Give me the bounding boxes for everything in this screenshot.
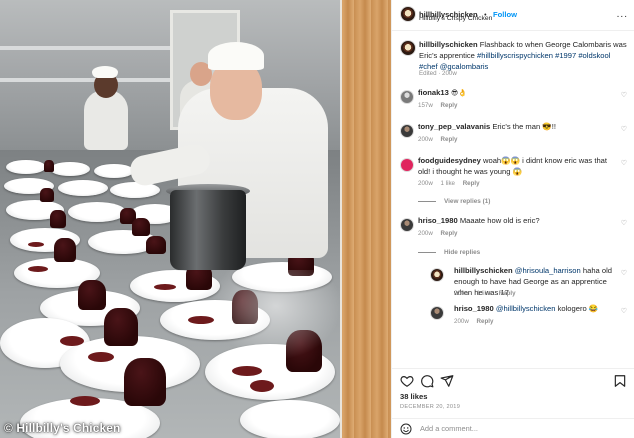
chocolate-pudding bbox=[104, 308, 138, 346]
reply-button[interactable]: Reply bbox=[463, 180, 480, 187]
commenter-avatar[interactable] bbox=[400, 218, 414, 232]
comment-time: 200w bbox=[418, 180, 433, 187]
share-icon[interactable] bbox=[440, 374, 454, 388]
comment-text: Maaate how old is eric? bbox=[459, 216, 540, 225]
dessert-plate bbox=[94, 164, 134, 178]
caption-username[interactable]: hillbillyschicken bbox=[419, 40, 478, 49]
comment-time: 157w bbox=[418, 102, 433, 109]
dessert-plate bbox=[50, 162, 90, 176]
dessert-plate bbox=[68, 202, 126, 222]
comment-heart-icon[interactable]: ♡ bbox=[621, 307, 627, 315]
add-comment-input[interactable] bbox=[420, 424, 580, 433]
berry-sauce bbox=[70, 396, 100, 406]
comment-time: 200w bbox=[418, 136, 433, 143]
chocolate-pudding bbox=[50, 210, 66, 228]
commenter-avatar[interactable] bbox=[400, 158, 414, 172]
berry-sauce bbox=[88, 352, 114, 362]
commenter-avatar[interactable] bbox=[400, 124, 414, 138]
heart-icon[interactable] bbox=[400, 374, 414, 388]
berry-sauce bbox=[28, 266, 48, 272]
chocolate-pudding bbox=[132, 218, 150, 236]
comment-mention[interactable]: @hillbillyschicken bbox=[496, 304, 556, 313]
reply-button[interactable]: Reply bbox=[441, 230, 458, 237]
post-caption: hillbillyschicken Flashback to when Geor… bbox=[419, 40, 631, 72]
comment-username[interactable]: hriso_1980 bbox=[454, 304, 494, 313]
printed-photograph bbox=[0, 0, 342, 438]
caption-avatar[interactable] bbox=[400, 40, 416, 56]
header-subtitle: Hillbilly's Crispy Chicken bbox=[419, 15, 493, 22]
photo-glare bbox=[210, 270, 340, 360]
berry-sauce bbox=[250, 380, 274, 392]
comment-username[interactable]: hillbillyschicken bbox=[454, 266, 513, 275]
berry-sauce bbox=[60, 336, 84, 346]
post-action-bar bbox=[392, 368, 634, 388]
reply-button[interactable]: Reply bbox=[477, 318, 494, 325]
comment-text: 😎👌 bbox=[450, 89, 467, 97]
post-date: DECEMBER 20, 2019 bbox=[400, 404, 461, 410]
dessert-plate bbox=[110, 182, 160, 198]
add-comment-bar bbox=[392, 418, 634, 438]
dessert-plate bbox=[6, 160, 46, 174]
caption-meta: Edited · 200w bbox=[419, 70, 457, 77]
comment-heart-icon[interactable]: ♡ bbox=[621, 159, 627, 167]
photo-watermark: © Hillbilly's Chicken bbox=[4, 421, 121, 435]
reply-button[interactable]: Reply bbox=[441, 136, 458, 143]
stock-pot bbox=[170, 190, 246, 270]
reply-button[interactable]: Reply bbox=[499, 290, 516, 297]
bookmark-icon[interactable] bbox=[613, 374, 627, 388]
post-photo[interactable]: © Hillbilly's Chicken bbox=[0, 0, 391, 438]
commenter-avatar[interactable] bbox=[430, 306, 444, 320]
comment-heart-icon[interactable]: ♡ bbox=[621, 269, 627, 277]
post-header: hillbillyschicken • Follow Hillbilly's C… bbox=[392, 0, 634, 31]
reply-button[interactable]: Reply bbox=[441, 102, 458, 109]
chocolate-pudding bbox=[124, 358, 166, 406]
commenter-avatar[interactable] bbox=[400, 90, 414, 104]
post-side-panel: hillbillyschicken • Follow Hillbilly's C… bbox=[391, 0, 634, 438]
dessert-plate bbox=[58, 180, 108, 196]
comment-heart-icon[interactable]: ♡ bbox=[621, 219, 627, 227]
chef-hat bbox=[208, 42, 264, 70]
background-chef bbox=[84, 90, 128, 150]
comment-likes[interactable]: 1 like bbox=[477, 290, 491, 297]
comment-text: kologero 😂 bbox=[557, 304, 599, 313]
comment-heart-icon[interactable]: ♡ bbox=[621, 91, 627, 99]
chocolate-pudding bbox=[54, 238, 76, 262]
wood-table-background bbox=[337, 0, 391, 438]
comment-icon[interactable] bbox=[420, 374, 434, 388]
follow-button[interactable]: Follow bbox=[493, 10, 517, 19]
comment-likes[interactable]: 1 like bbox=[441, 180, 455, 187]
likes-count[interactable]: 38 likes bbox=[400, 392, 427, 401]
chocolate-pudding bbox=[44, 160, 54, 172]
chocolate-pudding bbox=[146, 236, 166, 254]
chef-hat bbox=[92, 66, 118, 78]
view-replies-button[interactable]: View replies (1) bbox=[418, 198, 490, 205]
emoji-icon[interactable] bbox=[400, 423, 412, 435]
hide-replies-button[interactable]: Hide replies bbox=[418, 249, 480, 256]
profile-avatar[interactable] bbox=[400, 6, 416, 22]
comment-username[interactable]: fionak13 bbox=[418, 88, 449, 97]
comment-heart-icon[interactable]: ♡ bbox=[621, 125, 627, 133]
comment-username[interactable]: tony_pep_valavanis bbox=[418, 122, 490, 131]
comment-time: 200w bbox=[454, 290, 469, 297]
chocolate-pudding bbox=[40, 188, 54, 202]
berry-sauce bbox=[28, 242, 44, 247]
comment-time: 200w bbox=[418, 230, 433, 237]
berry-sauce bbox=[232, 366, 262, 376]
comment-username[interactable]: foodguidesydney bbox=[418, 156, 481, 165]
dessert-plate bbox=[240, 400, 340, 438]
comment-mention[interactable]: @hrisoula_harrison bbox=[515, 266, 581, 275]
chocolate-pudding bbox=[78, 280, 106, 310]
comment-username[interactable]: hriso_1980 bbox=[418, 216, 458, 225]
comment-time: 200w bbox=[454, 318, 469, 325]
berry-sauce bbox=[154, 284, 176, 290]
comment-text: Eric's the man 😎!! bbox=[492, 122, 556, 131]
commenter-avatar[interactable] bbox=[430, 268, 444, 282]
more-options-icon[interactable]: ... bbox=[617, 9, 628, 20]
